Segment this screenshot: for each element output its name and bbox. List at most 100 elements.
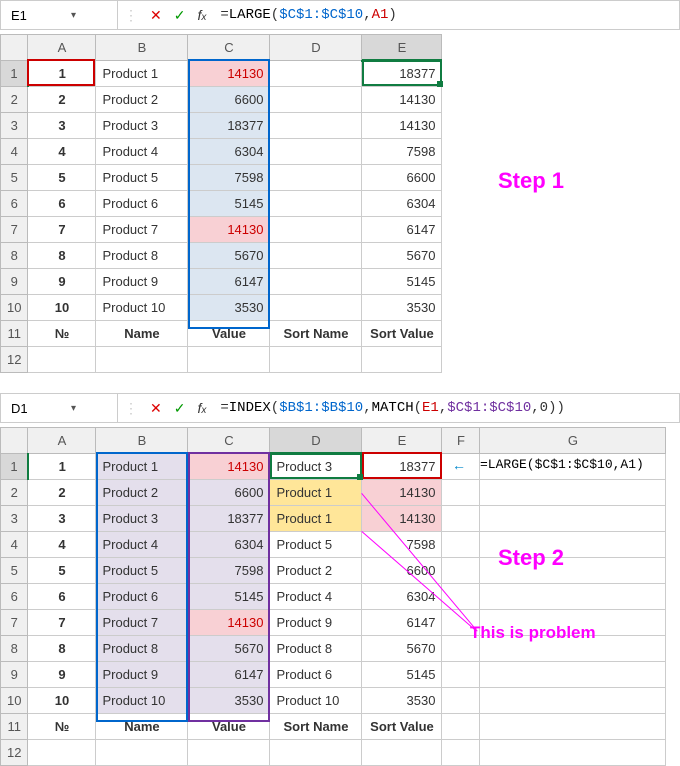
cell[interactable] bbox=[270, 61, 362, 87]
select-all-corner[interactable] bbox=[1, 35, 28, 61]
cell[interactable] bbox=[362, 740, 442, 766]
row-header[interactable]: 12 bbox=[1, 740, 28, 766]
cell[interactable] bbox=[270, 740, 362, 766]
formula-input[interactable]: =LARGE($C$1:$C$10,A1) bbox=[212, 7, 679, 23]
col-header-f[interactable]: F bbox=[442, 428, 480, 454]
cell[interactable]: 7 bbox=[28, 217, 96, 243]
cell[interactable]: Product 1 bbox=[270, 480, 362, 506]
cell[interactable] bbox=[270, 295, 362, 321]
col-header-a[interactable]: A bbox=[28, 428, 96, 454]
cell[interactable]: 3530 bbox=[188, 295, 270, 321]
cell[interactable] bbox=[442, 558, 480, 584]
row-header[interactable]: 10 bbox=[1, 688, 28, 714]
cell[interactable]: 6147 bbox=[362, 217, 442, 243]
cell[interactable]: 8 bbox=[28, 636, 96, 662]
chevron-down-icon[interactable]: ▾ bbox=[71, 10, 76, 21]
cell[interactable]: 2 bbox=[28, 480, 96, 506]
cell[interactable]: 6 bbox=[28, 584, 96, 610]
row-header[interactable]: 8 bbox=[1, 636, 28, 662]
cell[interactable] bbox=[270, 347, 362, 373]
cell[interactable]: Sort Value bbox=[362, 321, 442, 347]
cell[interactable]: Product 9 bbox=[270, 610, 362, 636]
cell[interactable] bbox=[442, 688, 480, 714]
cell[interactable] bbox=[188, 740, 270, 766]
col-header-c[interactable]: C bbox=[188, 35, 270, 61]
cell[interactable]: 14130 bbox=[188, 217, 270, 243]
cell[interactable] bbox=[270, 113, 362, 139]
name-box-input[interactable] bbox=[9, 7, 63, 24]
cancel-icon[interactable]: ✕ bbox=[144, 400, 168, 417]
cell[interactable]: 7598 bbox=[362, 139, 442, 165]
cell[interactable]: 5145 bbox=[188, 191, 270, 217]
row-header[interactable]: 6 bbox=[1, 584, 28, 610]
cell[interactable]: Product 1 bbox=[96, 61, 188, 87]
formula-input[interactable]: =INDEX($B$1:$B$10,MATCH(E1,$C$1:$C$10,0)… bbox=[212, 400, 679, 416]
cell[interactable]: 14130 bbox=[188, 61, 270, 87]
cell[interactable]: 14130 bbox=[188, 454, 270, 480]
cell[interactable]: 6600 bbox=[362, 558, 442, 584]
col-header-d[interactable]: D bbox=[270, 428, 362, 454]
col-header-e[interactable]: E bbox=[362, 428, 442, 454]
cell[interactable]: 4 bbox=[28, 532, 96, 558]
cell[interactable]: Value bbox=[188, 714, 270, 740]
cell[interactable]: Product 4 bbox=[270, 584, 362, 610]
cell[interactable]: 3530 bbox=[188, 688, 270, 714]
cell[interactable]: Sort Name bbox=[270, 321, 362, 347]
accept-icon[interactable]: ✓ bbox=[168, 7, 192, 24]
chevron-down-icon[interactable]: ▾ bbox=[71, 403, 76, 414]
row-header[interactable]: 2 bbox=[1, 87, 28, 113]
row-header[interactable]: 3 bbox=[1, 506, 28, 532]
row-header[interactable]: 10 bbox=[1, 295, 28, 321]
cell[interactable] bbox=[442, 506, 480, 532]
row-header[interactable]: 1 bbox=[1, 61, 28, 87]
cell[interactable]: 6147 bbox=[362, 610, 442, 636]
cell[interactable]: 14130 bbox=[362, 87, 442, 113]
select-all-corner[interactable] bbox=[1, 428, 28, 454]
cell[interactable]: Product 4 bbox=[96, 139, 188, 165]
row-header[interactable]: 11 bbox=[1, 714, 28, 740]
cell[interactable]: 14130 bbox=[362, 113, 442, 139]
row-header[interactable]: 12 bbox=[1, 347, 28, 373]
row-header[interactable]: 3 bbox=[1, 113, 28, 139]
row-header[interactable]: 7 bbox=[1, 217, 28, 243]
cell[interactable]: Product 5 bbox=[270, 532, 362, 558]
cell[interactable]: 9 bbox=[28, 269, 96, 295]
cell[interactable] bbox=[270, 87, 362, 113]
cell[interactable] bbox=[96, 347, 188, 373]
cell[interactable]: Product 10 bbox=[270, 688, 362, 714]
cell[interactable]: Product 1 bbox=[96, 454, 188, 480]
cell[interactable]: Product 3 bbox=[96, 506, 188, 532]
cell[interactable]: 8 bbox=[28, 243, 96, 269]
col-header-c[interactable]: C bbox=[188, 428, 270, 454]
name-box-input[interactable] bbox=[9, 400, 63, 417]
cancel-icon[interactable]: ✕ bbox=[144, 7, 168, 24]
cell[interactable] bbox=[270, 139, 362, 165]
cell[interactable] bbox=[270, 191, 362, 217]
cell[interactable]: 6304 bbox=[188, 532, 270, 558]
cell[interactable]: Product 2 bbox=[96, 87, 188, 113]
cell[interactable]: 18377 bbox=[188, 506, 270, 532]
row-header[interactable]: 4 bbox=[1, 139, 28, 165]
cell[interactable]: Product 2 bbox=[96, 480, 188, 506]
cell[interactable]: Name bbox=[96, 321, 188, 347]
cell[interactable]: 3 bbox=[28, 113, 96, 139]
cell[interactable]: 6147 bbox=[188, 269, 270, 295]
cell[interactable]: Sort Name bbox=[270, 714, 362, 740]
row-header[interactable]: 8 bbox=[1, 243, 28, 269]
cell[interactable]: Product 5 bbox=[96, 165, 188, 191]
cell[interactable]: Product 1 bbox=[270, 506, 362, 532]
cell[interactable]: 6600 bbox=[188, 480, 270, 506]
row-header[interactable]: 6 bbox=[1, 191, 28, 217]
cell[interactable] bbox=[270, 217, 362, 243]
cell[interactable] bbox=[270, 243, 362, 269]
cell[interactable]: 1 bbox=[28, 454, 96, 480]
cell[interactable]: Product 6 bbox=[96, 584, 188, 610]
cell[interactable]: 6600 bbox=[188, 87, 270, 113]
cell[interactable] bbox=[480, 506, 666, 532]
cell[interactable]: Product 5 bbox=[96, 558, 188, 584]
cell[interactable]: 3530 bbox=[362, 688, 442, 714]
cell[interactable]: 3 bbox=[28, 506, 96, 532]
cell[interactable] bbox=[188, 347, 270, 373]
cell[interactable]: 5145 bbox=[362, 269, 442, 295]
name-box[interactable]: ▾ bbox=[1, 1, 118, 29]
